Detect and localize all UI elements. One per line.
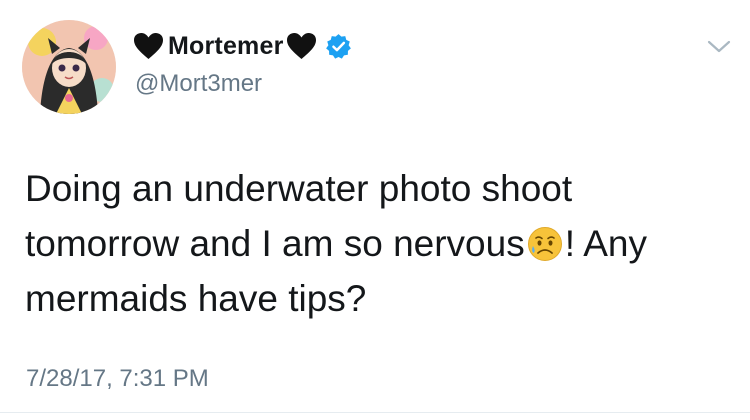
verified-badge-icon [325,33,352,60]
divider [0,412,750,413]
tweet-timestamp[interactable]: 7/28/17, 7:31 PM [26,365,209,393]
tweet-card: Mortemer @Mort3mer Doing an underwater p… [0,0,750,420]
avatar[interactable] [22,20,116,114]
tweet-text: Doing an underwater photo shoot tomorrow… [25,161,725,326]
tweet-text-start: Doing an underwater photo shoot tomorrow… [25,168,573,264]
user-handle[interactable]: @Mort3mer [135,70,262,98]
black-heart-icon [286,32,317,60]
chevron-down-icon[interactable] [706,38,732,56]
name-row[interactable]: Mortemer [133,28,352,64]
black-heart-icon [133,32,164,60]
display-name[interactable]: Mortemer [168,32,284,61]
sad-relieved-face-icon [527,226,563,262]
